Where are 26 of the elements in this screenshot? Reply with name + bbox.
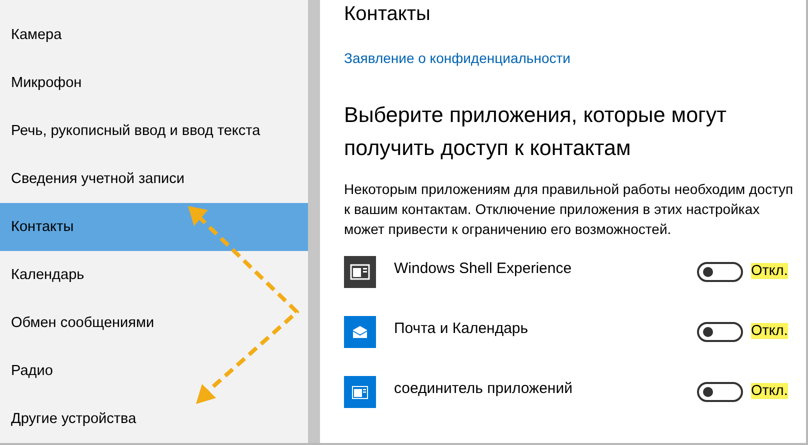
- window-icon: [350, 264, 370, 280]
- sidebar-item[interactable]: Камера: [0, 11, 308, 59]
- sidebar-item[interactable]: Радио: [0, 347, 308, 395]
- app-name: соединитель приложений: [394, 380, 574, 397]
- state-label: Откл.: [751, 263, 788, 279]
- sidebar-item[interactable]: Сведения учетной записи: [0, 155, 308, 203]
- scrollbar[interactable]: [308, 0, 320, 443]
- state-label: Откл.: [751, 323, 788, 339]
- state-label: Откл.: [751, 383, 788, 399]
- sidebar-item[interactable]: Контакты: [0, 203, 308, 251]
- app-name: Windows Shell Experience: [394, 260, 573, 277]
- privacy-link[interactable]: Заявление о конфиденциальности: [344, 50, 570, 66]
- sidebar-item[interactable]: Микрофон: [0, 59, 308, 107]
- envelope-icon: [352, 326, 368, 338]
- sidebar-item[interactable]: Другие устройства: [0, 395, 308, 443]
- window-icon: [352, 386, 368, 398]
- sidebar-item[interactable]: Обмен сообщениями: [0, 299, 308, 347]
- toggle-switch[interactable]: [697, 322, 743, 342]
- section-heading: Выберите приложения, которые могут получить доступ к контактам: [344, 102, 728, 162]
- sidebar-item[interactable]: Речь, рукописный ввод и ввод текста: [0, 107, 308, 155]
- app-name: Почта и Календарь: [394, 320, 530, 337]
- toggle-switch[interactable]: [697, 382, 743, 402]
- description-text: Некоторым приложениям для правильной работы необходим доступ к вашим контактам. Отключение приложения в этих настройках может привести к ограничению его возможностей.: [344, 180, 794, 239]
- page-title: Контакты: [344, 3, 432, 26]
- toggle-switch[interactable]: [697, 262, 743, 282]
- sidebar-item[interactable]: Календарь: [0, 251, 308, 299]
